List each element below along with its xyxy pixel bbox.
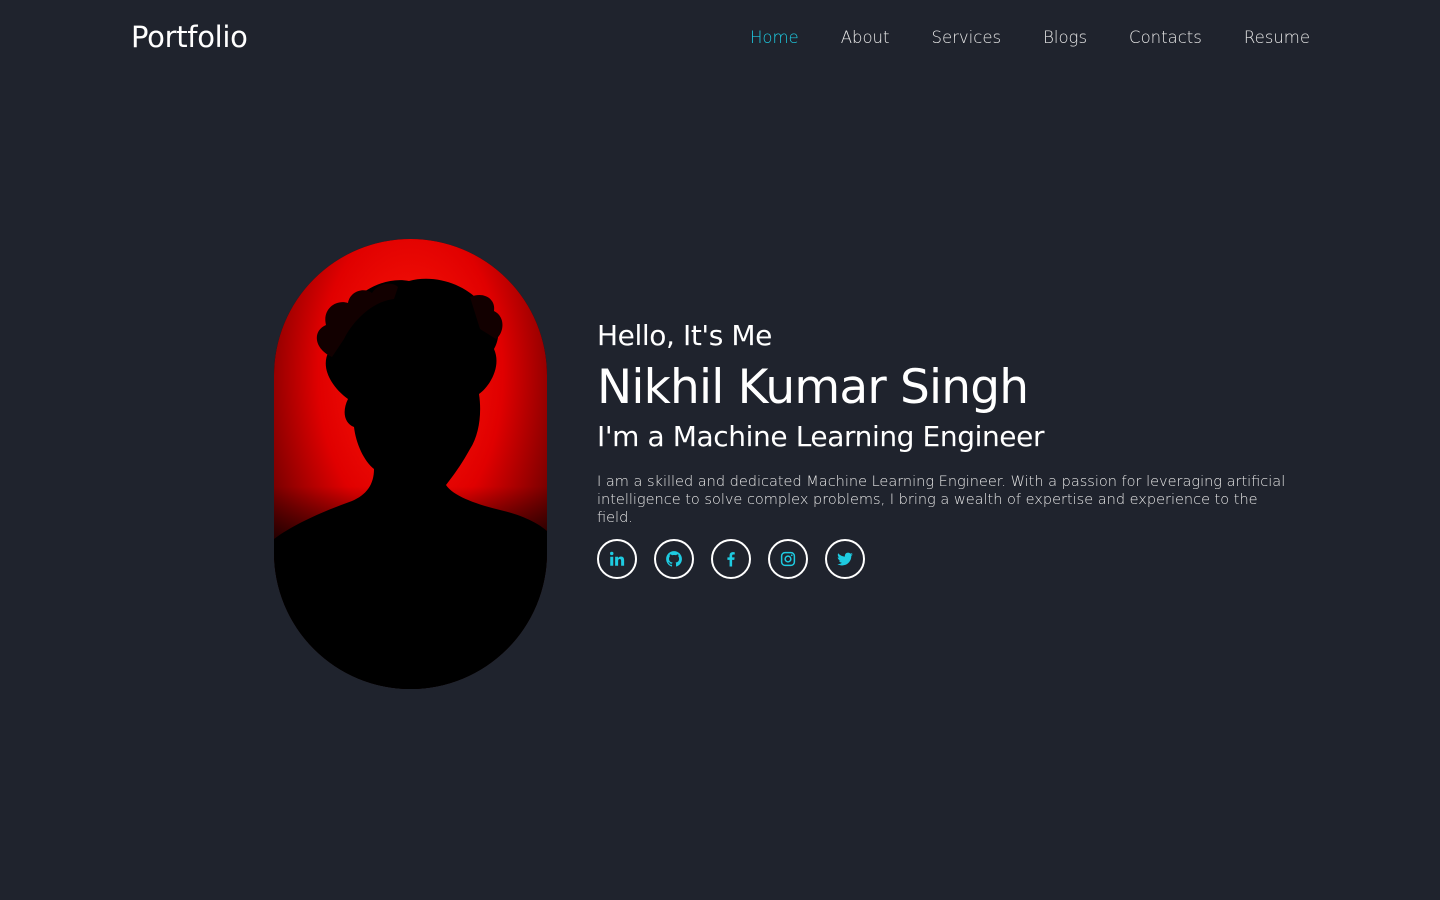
site-logo[interactable]: Portfolio [131, 18, 248, 56]
main-nav: Home About Services Blogs Contacts Resum… [750, 26, 1310, 50]
nav-link-home[interactable]: Home [750, 26, 799, 50]
bio-text: I am a skilled and dedicated Machine Lea… [597, 474, 1286, 526]
instagram-icon [780, 551, 796, 567]
greeting-heading: Hello, It's Me [597, 319, 772, 352]
nav-link-resume[interactable]: Resume [1244, 26, 1310, 50]
role-heading: I'm a Machine Learning Engineer [597, 420, 1045, 453]
facebook-button[interactable] [711, 539, 751, 579]
linkedin-icon [610, 551, 625, 566]
github-icon [666, 551, 682, 567]
nav-link-services[interactable]: Services [931, 26, 1001, 50]
facebook-icon [727, 552, 735, 567]
social-links [597, 539, 865, 579]
nav-link-contacts[interactable]: Contacts [1129, 26, 1202, 50]
twitter-icon [837, 552, 853, 566]
nav-link-about[interactable]: About [841, 26, 890, 50]
nav-link-blogs[interactable]: Blogs [1043, 26, 1087, 50]
github-button[interactable] [654, 539, 694, 579]
twitter-button[interactable] [825, 539, 865, 579]
instagram-button[interactable] [768, 539, 808, 579]
name-heading: Nikhil Kumar Singh [597, 360, 1029, 415]
profile-photo [274, 239, 547, 689]
linkedin-button[interactable] [597, 539, 637, 579]
page: Portfolio Home About Services Blogs Cont… [0, 0, 1440, 900]
